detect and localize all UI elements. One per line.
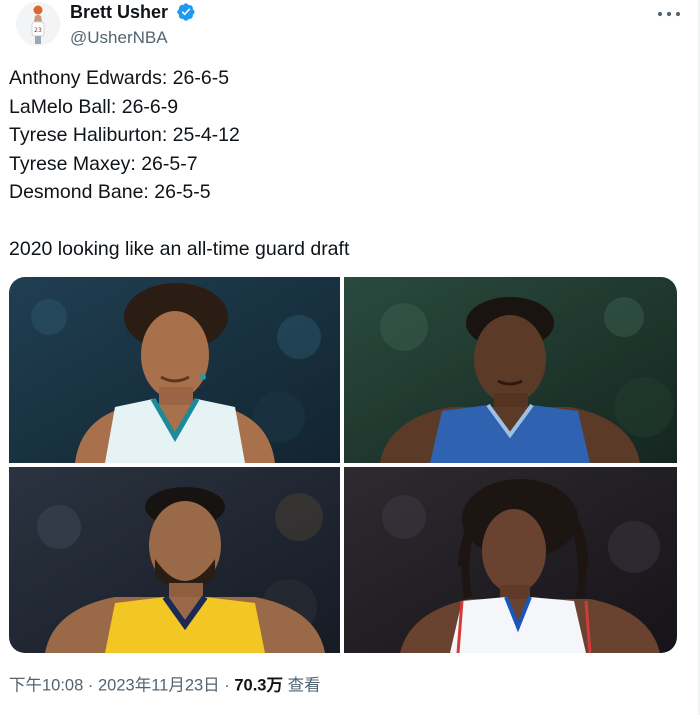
tweet-line: 2020 looking like an all-time guard draf… (9, 238, 350, 260)
footer-separator: · (224, 676, 230, 695)
tweet-text: Anthony Edwards: 26-6-5 LaMelo Ball: 26-… (9, 64, 669, 264)
tweet-footer: 下午10:08 · 2023年11月23日 · 70.3万 查看 (9, 673, 321, 698)
verified-badge-icon (177, 3, 196, 21)
author-handle[interactable]: @UsherNBA (70, 26, 196, 50)
tweet-line: Anthony Edwards: 26-6-5 (9, 67, 230, 89)
media-photo-2[interactable] (344, 277, 677, 463)
tweet-line: Desmond Bane: 26-5-5 (9, 181, 211, 203)
more-options-button[interactable] (652, 2, 686, 26)
footer-separator: · (87, 676, 94, 695)
views-label[interactable]: 查看 (288, 677, 321, 695)
tweet-line: Tyrese Maxey: 26-5-7 (9, 152, 198, 175)
media-photo-3[interactable] (9, 467, 340, 653)
author-avatar[interactable]: 23 (16, 2, 60, 46)
tweet-line: LaMelo Ball: 26-6-9 (9, 95, 179, 118)
author-display-name[interactable]: Brett Usher (70, 0, 168, 24)
author-names: Brett Usher @UsherNBA (70, 0, 196, 50)
svg-text:23: 23 (34, 27, 42, 34)
tweet-media-grid (9, 277, 677, 653)
tweet-line: Tyrese Haliburton: 25-4-12 (9, 124, 240, 146)
media-photo-4[interactable] (344, 467, 677, 653)
more-options-icon (657, 11, 681, 17)
tweet-date[interactable]: 2023年11月23日 (98, 677, 220, 695)
views-count[interactable]: 70.3万 (234, 677, 283, 695)
tweet-header: 23 Brett Usher @UsherNBA (8, 0, 692, 52)
media-photo-1[interactable] (9, 277, 340, 463)
tweet-time[interactable]: 下午10:08 (9, 677, 83, 695)
